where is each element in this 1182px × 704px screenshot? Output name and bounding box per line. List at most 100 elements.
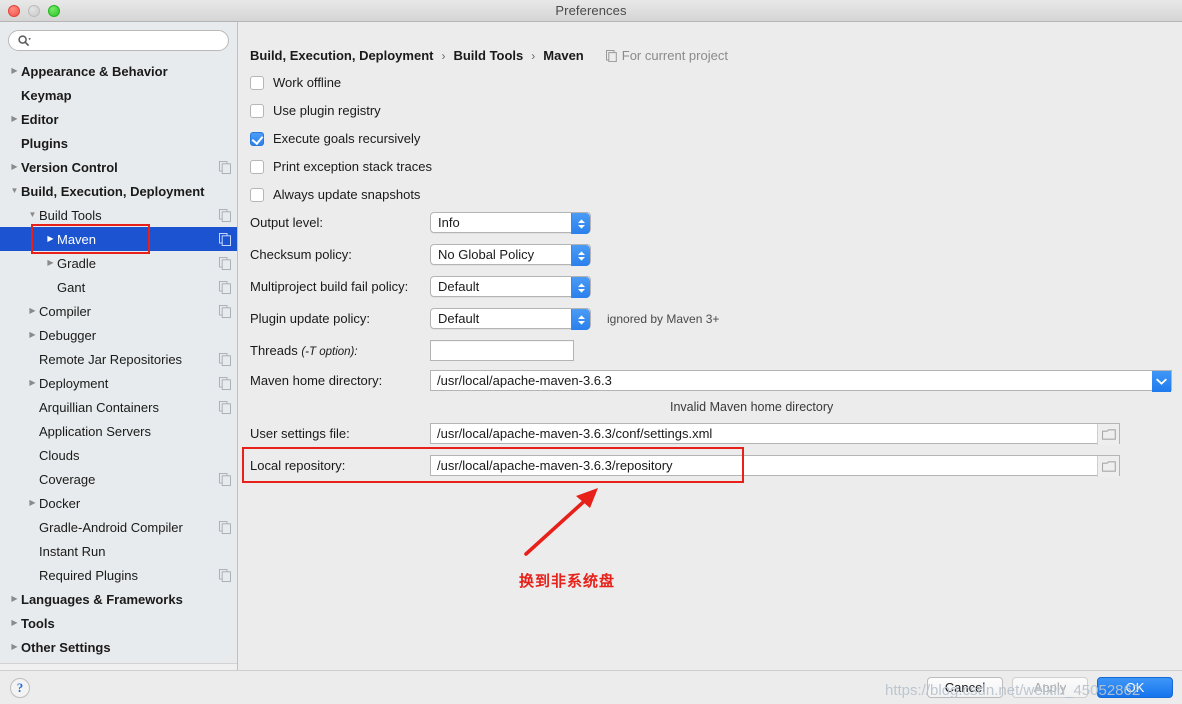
ok-button[interactable]: OK bbox=[1097, 677, 1173, 698]
help-button[interactable]: ? bbox=[10, 677, 30, 698]
chevron-right-icon[interactable]: ▶ bbox=[8, 595, 21, 603]
checkbox-box[interactable] bbox=[250, 131, 264, 146]
local-repository-input[interactable]: /usr/local/apache-maven-3.6.3/repository bbox=[430, 455, 1120, 477]
field-user-settings: User settings file: /usr/local/apache-ma… bbox=[250, 423, 1120, 445]
field-plugin-update-policy: Plugin update policy: Default ignored by… bbox=[250, 308, 719, 330]
sidebar-item-tools[interactable]: ▶ Tools bbox=[0, 611, 237, 635]
chevron-right-icon[interactable]: ▶ bbox=[8, 115, 21, 123]
multiproject-fail-policy-select[interactable]: Default bbox=[430, 276, 591, 298]
sidebar-item-debugger[interactable]: ▶ Debugger bbox=[0, 323, 237, 347]
maven-home-input[interactable]: /usr/local/apache-maven-3.6.3 bbox=[430, 370, 1172, 392]
chevron-down-icon[interactable]: ▼ bbox=[26, 211, 39, 219]
sidebar-item-instant-run[interactable]: ▶Instant Run bbox=[0, 539, 237, 563]
field-maven-home: Maven home directory: /usr/local/apache-… bbox=[250, 370, 1172, 392]
sidebar-item-label: Required Plugins bbox=[39, 567, 139, 583]
sidebar-item-gradle-android-compiler[interactable]: ▶Gradle-Android Compiler bbox=[0, 515, 237, 539]
settings-sidebar: ▶Appearance & Behavior▶Keymap▶Editor▶Plu… bbox=[0, 22, 238, 670]
sidebar-item-compiler[interactable]: ▶ Compiler bbox=[0, 299, 237, 323]
folder-icon[interactable] bbox=[1097, 424, 1119, 445]
breadcrumb-part-1[interactable]: Build Tools bbox=[453, 48, 523, 63]
search-input[interactable] bbox=[34, 32, 220, 49]
checkbox-box[interactable] bbox=[250, 159, 264, 174]
sidebar-item-coverage[interactable]: ▶Coverage bbox=[0, 467, 237, 491]
maximize-button[interactable] bbox=[48, 4, 60, 17]
chevron-down-icon[interactable] bbox=[1152, 371, 1171, 392]
checkbox-use-plugin-registry[interactable]: Use plugin registry bbox=[250, 103, 381, 118]
maven-home-value: /usr/local/apache-maven-3.6.3 bbox=[437, 373, 612, 388]
output-level-select[interactable]: Info bbox=[430, 212, 591, 234]
sidebar-item-version-control[interactable]: ▶ Version Control bbox=[0, 155, 237, 179]
checksum-policy-select[interactable]: No Global Policy bbox=[430, 244, 591, 266]
stepper-icon[interactable] bbox=[571, 277, 590, 298]
threads-input[interactable] bbox=[430, 340, 574, 361]
sidebar-item-languages-frameworks[interactable]: ▶ Languages & Frameworks bbox=[0, 587, 237, 611]
checkbox-print-exception-stack-traces[interactable]: Print exception stack traces bbox=[250, 159, 432, 174]
search-box[interactable] bbox=[8, 30, 229, 51]
footer-buttons: Cancel Apply OK bbox=[927, 677, 1182, 698]
sidebar-item-required-plugins[interactable]: ▶Required Plugins bbox=[0, 563, 237, 587]
checkbox-box[interactable] bbox=[250, 103, 264, 118]
field-label: Local repository: bbox=[250, 458, 346, 473]
sidebar-item-appearance-behavior[interactable]: ▶ Appearance & Behavior bbox=[0, 59, 237, 83]
apply-button[interactable]: Apply bbox=[1012, 677, 1088, 698]
sidebar-item-keymap[interactable]: ▶Keymap bbox=[0, 83, 237, 107]
sidebar-item-gant[interactable]: ▶Gant bbox=[0, 275, 237, 299]
sidebar-item-label: Application Servers bbox=[39, 423, 151, 439]
chevron-right-icon[interactable]: ▶ bbox=[8, 163, 21, 171]
sidebar-item-plugins[interactable]: ▶Plugins bbox=[0, 131, 237, 155]
select-value: Default bbox=[438, 279, 480, 294]
sidebar-item-editor[interactable]: ▶ Editor bbox=[0, 107, 237, 131]
checkbox-box[interactable] bbox=[250, 75, 264, 90]
chevron-right-icon[interactable]: ▶ bbox=[44, 235, 57, 243]
checkbox-always-update-snapshots[interactable]: Always update snapshots bbox=[250, 187, 420, 202]
stepper-icon[interactable] bbox=[571, 309, 590, 330]
sidebar-item-label: Remote Jar Repositories bbox=[39, 351, 183, 367]
sidebar-item-application-servers[interactable]: ▶Application Servers bbox=[0, 419, 237, 443]
sidebar-item-docker[interactable]: ▶ Docker bbox=[0, 491, 237, 515]
breadcrumb-part-0[interactable]: Build, Execution, Deployment bbox=[250, 48, 433, 63]
sidebar-item-gradle[interactable]: ▶ Gradle bbox=[0, 251, 237, 275]
copy-scope-icon bbox=[219, 472, 231, 486]
cancel-button[interactable]: Cancel bbox=[927, 677, 1003, 698]
user-settings-input[interactable]: /usr/local/apache-maven-3.6.3/conf/setti… bbox=[430, 423, 1120, 445]
checkbox-work-offline[interactable]: Work offline bbox=[250, 75, 341, 90]
checkbox-label: Execute goals recursively bbox=[273, 131, 421, 146]
sidebar-item-other-settings[interactable]: ▶ Other Settings bbox=[0, 635, 237, 659]
select-value: Info bbox=[438, 215, 460, 230]
checkbox-label: Print exception stack traces bbox=[273, 159, 432, 174]
chevron-right-icon[interactable]: ▶ bbox=[44, 259, 57, 267]
stepper-icon[interactable] bbox=[571, 245, 590, 266]
sidebar-item-build-execution-deployment[interactable]: ▼ Build, Execution, Deployment bbox=[0, 179, 237, 203]
chevron-right-icon[interactable]: ▶ bbox=[8, 619, 21, 627]
sidebar-item-build-tools[interactable]: ▼ Build Tools bbox=[0, 203, 237, 227]
chevron-right-icon[interactable]: ▶ bbox=[26, 307, 39, 315]
minimize-button[interactable] bbox=[28, 4, 40, 17]
chevron-right-icon[interactable]: ▶ bbox=[26, 499, 39, 507]
sidebar-item-deployment[interactable]: ▶ Deployment bbox=[0, 371, 237, 395]
copy-scope-icon bbox=[219, 208, 231, 222]
breadcrumb-part-2: Maven bbox=[543, 48, 584, 63]
sidebar-item-clouds[interactable]: ▶Clouds bbox=[0, 443, 237, 467]
folder-icon[interactable] bbox=[1097, 456, 1119, 477]
close-button[interactable] bbox=[8, 4, 20, 17]
sidebar-horizontal-scrollbar[interactable] bbox=[0, 663, 237, 670]
chevron-down-icon[interactable]: ▼ bbox=[8, 187, 21, 195]
sidebar-item-arquillian-containers[interactable]: ▶Arquillian Containers bbox=[0, 395, 237, 419]
sidebar-item-maven[interactable]: ▶ Maven bbox=[0, 227, 237, 251]
chevron-right-icon[interactable]: ▶ bbox=[8, 67, 21, 75]
checkbox-box[interactable] bbox=[250, 187, 264, 202]
sidebar-item-label: Gradle bbox=[57, 255, 97, 271]
checkbox-execute-goals-recursively[interactable]: Execute goals recursively bbox=[250, 131, 420, 146]
plugin-update-policy-select[interactable]: Default bbox=[430, 308, 591, 330]
stepper-icon[interactable] bbox=[571, 213, 590, 234]
breadcrumb: Build, Execution, Deployment › Build Too… bbox=[250, 48, 728, 63]
chevron-right-icon[interactable]: ▶ bbox=[26, 331, 39, 339]
chevron-right-icon[interactable]: ▶ bbox=[8, 643, 21, 651]
sidebar-item-label: Plugins bbox=[21, 135, 68, 151]
sidebar-item-remote-jar-repositories[interactable]: ▶Remote Jar Repositories bbox=[0, 347, 237, 371]
sidebar-item-label: Compiler bbox=[39, 303, 92, 319]
checkbox-label: Work offline bbox=[273, 75, 342, 90]
field-checksum-policy: Checksum policy: No Global Policy bbox=[250, 244, 591, 266]
field-local-repository: Local repository: /usr/local/apache-mave… bbox=[250, 455, 1120, 477]
chevron-right-icon[interactable]: ▶ bbox=[26, 379, 39, 387]
